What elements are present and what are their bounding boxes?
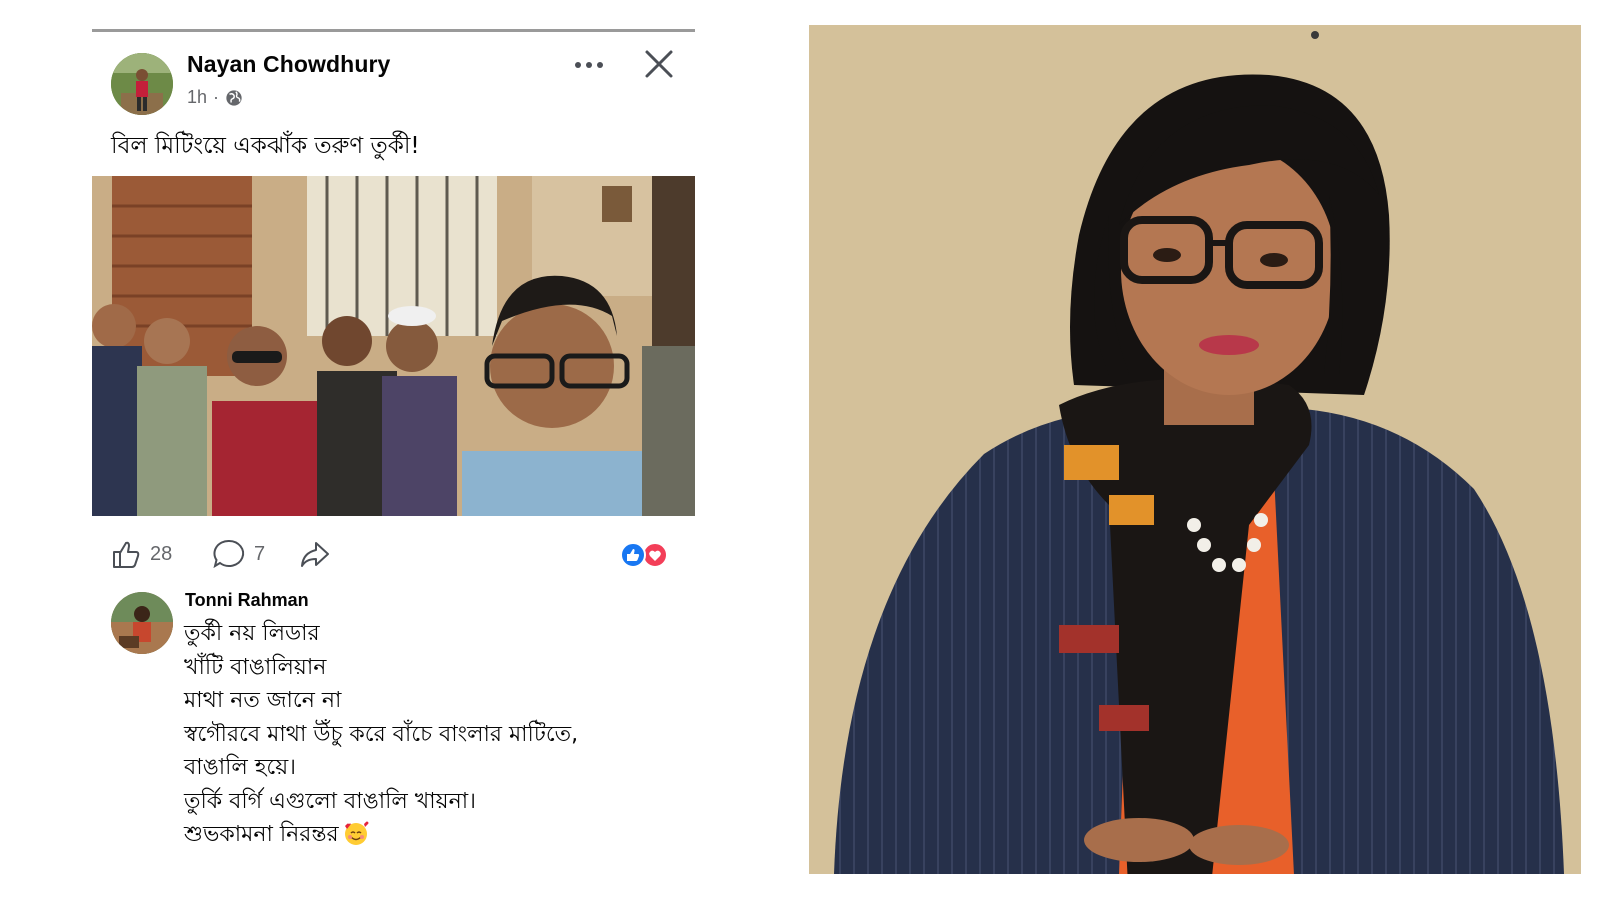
commenter-name[interactable]: Tonni Rahman	[185, 590, 309, 611]
like-reaction-icon	[620, 542, 646, 568]
more-dots-icon	[575, 62, 603, 68]
comment-line: স্বগৌরবে মাথা উঁচু করে বাঁচে বাংলার মাটি…	[184, 721, 579, 747]
thumbs-up-icon	[113, 541, 140, 568]
comment-bubble-icon	[213, 539, 245, 569]
author-name[interactable]: Nayan Chowdhury	[187, 51, 390, 78]
author-avatar[interactable]	[111, 53, 173, 115]
post-group-photo[interactable]	[92, 176, 695, 516]
comment-line-text: শুভকামনা নিরন্তর	[184, 822, 339, 847]
share-button[interactable]	[298, 534, 332, 574]
post-meta: 1h ·	[187, 87, 243, 108]
comment-line: তুর্কি বর্গি এগুলো বাঙালি খায়না।	[184, 788, 476, 814]
share-arrow-icon	[301, 542, 329, 567]
close-icon	[645, 50, 673, 78]
post-time[interactable]: 1h	[187, 87, 207, 108]
globe-icon	[226, 89, 242, 106]
reactions-summary[interactable]	[618, 542, 672, 568]
smiling-face-with-hearts-icon	[344, 821, 369, 845]
portrait-photo	[809, 25, 1581, 874]
comment-count: 7	[254, 542, 266, 565]
comment-line: বাঙালি হয়ে।	[184, 755, 297, 780]
comment-line-last: শুভকামনা নিরন্তর	[184, 818, 684, 852]
top-divider	[92, 29, 695, 32]
love-reaction-icon	[642, 542, 668, 568]
comment-line: তুর্কী নয় লিডার	[184, 621, 320, 646]
comment-button[interactable]: 7	[212, 534, 265, 574]
like-button[interactable]: 28	[110, 534, 172, 574]
post-actions-row: 28 7	[92, 534, 695, 574]
commenter-avatar[interactable]	[111, 592, 173, 654]
facebook-post-card: Nayan Chowdhury 1h · বিল মিটিংয়ে একঝাঁক…	[92, 29, 695, 874]
like-count: 28	[150, 542, 173, 565]
more-options-button[interactable]	[572, 53, 612, 77]
comment-body: তুর্কী নয় লিডার খাঁটি বাঙালিয়ান মাথা ন…	[184, 617, 684, 852]
post-text: বিল মিটিংয়ে একঝাঁক তরুণ তুর্কী!	[111, 133, 420, 159]
comment-line: মাথা নত জানে না	[184, 688, 342, 713]
close-button[interactable]	[642, 47, 676, 81]
meta-separator: ·	[213, 87, 220, 107]
comment-line: খাঁটি বাঙালিয়ান	[184, 654, 327, 680]
